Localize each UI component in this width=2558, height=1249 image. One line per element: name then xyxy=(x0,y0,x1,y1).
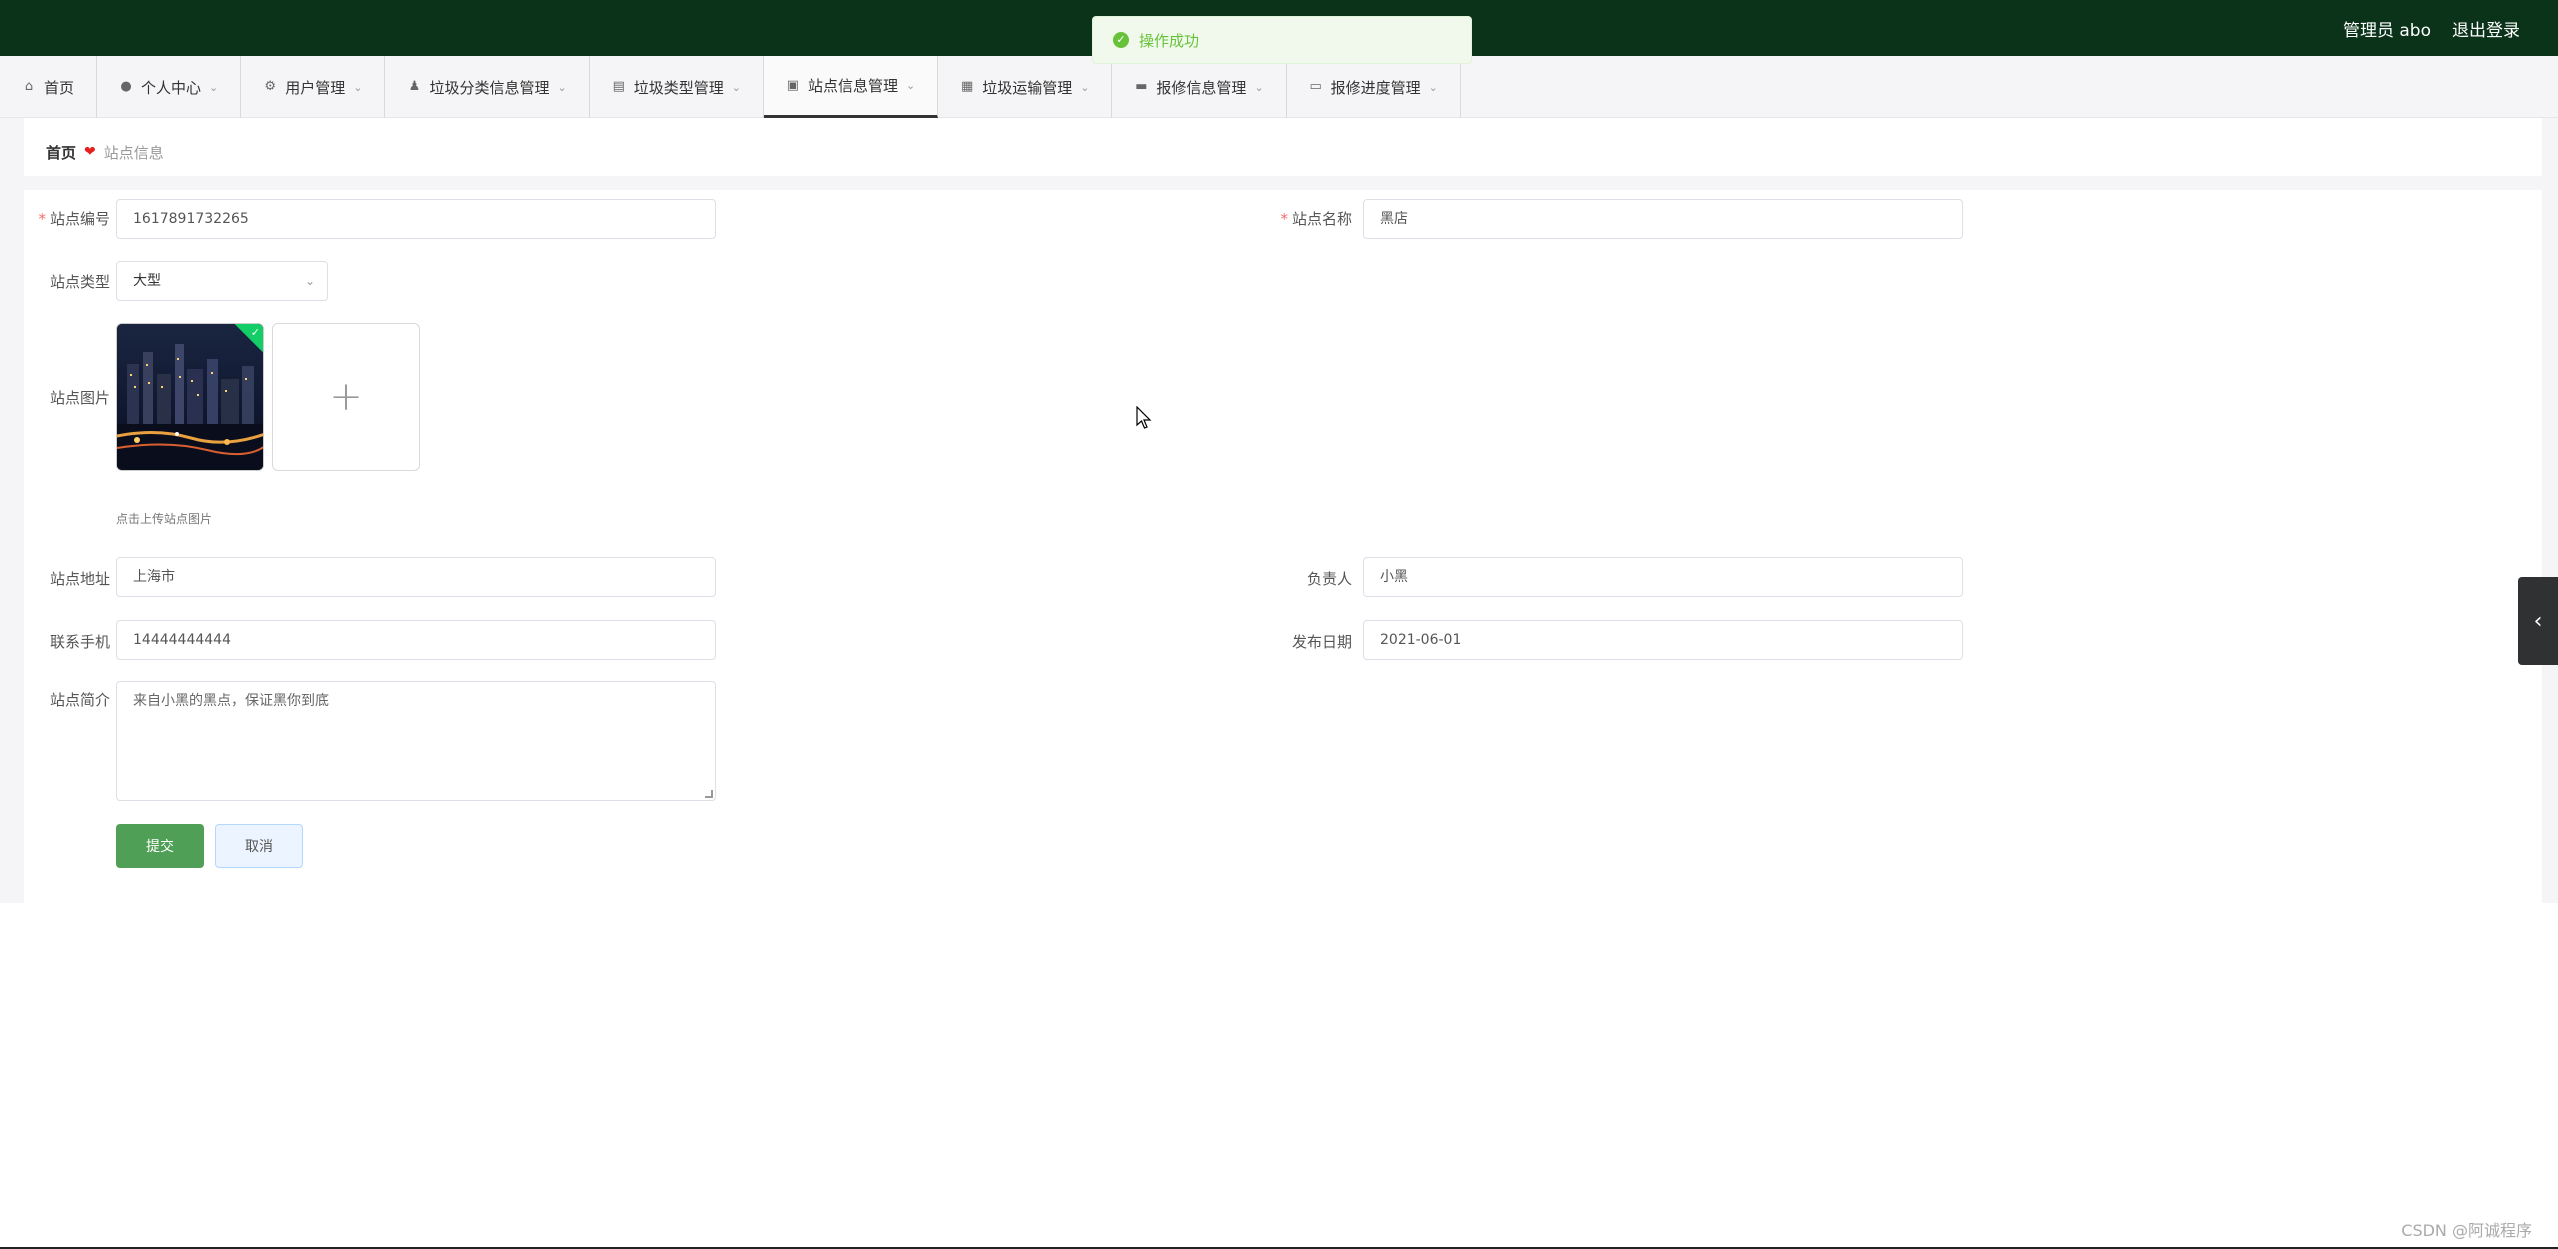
nav-item-site-info[interactable]: ▣ 站点信息管理 ⌄ xyxy=(763,56,939,118)
nav-item-garbage-type[interactable]: ▤ 垃圾类型管理 ⌄ xyxy=(590,56,764,118)
plus-icon: + xyxy=(329,374,363,420)
page-gutter-left xyxy=(0,118,24,903)
resize-handle-icon[interactable] xyxy=(705,790,713,798)
home-icon: ⌂ xyxy=(24,79,34,94)
nav-item-garbage-classification[interactable]: ♟ 垃圾分类信息管理 ⌄ xyxy=(385,56,590,118)
chevron-down-icon: ⌄ xyxy=(353,80,363,94)
address-label: 站点地址 xyxy=(49,570,110,588)
chart-icon: ▤ xyxy=(612,79,625,94)
clipboard-icon: ▣ xyxy=(786,77,800,93)
csdn-watermark: CSDN @阿诚程序 xyxy=(2401,1221,2532,1240)
card-icon: ▭ xyxy=(1309,79,1322,94)
breadcrumb-divider xyxy=(0,176,2558,190)
chevron-down-icon: ⌄ xyxy=(209,80,219,94)
person-icon: ♟ xyxy=(408,79,421,94)
cancel-label: 取消 xyxy=(245,838,273,854)
gear-icon: ⚙ xyxy=(264,79,277,94)
nav-label: 垃圾运输管理 xyxy=(982,78,1073,97)
nav-item-user-management[interactable]: ⚙ 用户管理 ⌄ xyxy=(241,56,386,118)
city-night-image xyxy=(117,324,263,470)
breadcrumb-current: 站点信息 xyxy=(103,143,164,162)
site-name-label: * 站点名称 xyxy=(1280,210,1352,228)
success-toast: ✓ 操作成功 xyxy=(1092,16,1472,64)
phone-label: 联系手机 xyxy=(49,633,110,651)
nav-label: 报修进度管理 xyxy=(1330,78,1421,97)
nav-label: 站点信息管理 xyxy=(807,77,898,95)
nav-label: 用户管理 xyxy=(285,78,346,97)
phone-input[interactable]: 14444444444 xyxy=(116,620,716,660)
site-image-label: 站点图片 xyxy=(49,389,110,407)
nav-label: 报修信息管理 xyxy=(1156,78,1247,97)
mouse-cursor-icon xyxy=(1136,406,1152,429)
site-type-select[interactable]: 大型 ⌄ xyxy=(116,261,328,301)
manager-input[interactable]: 小黑 xyxy=(1363,557,1963,597)
site-no-input[interactable]: 1617891732265 xyxy=(116,199,716,239)
submit-button[interactable]: 提交 xyxy=(116,824,204,868)
site-type-value: 大型 xyxy=(133,273,161,289)
nav-label: 垃圾分类信息管理 xyxy=(429,78,550,97)
logout-link[interactable]: 退出登录 xyxy=(2452,16,2520,41)
breadcrumb-home[interactable]: 首页 xyxy=(46,142,76,163)
toast-message: 操作成功 xyxy=(1139,31,1200,50)
nav-label: 个人中心 xyxy=(141,78,202,97)
breadcrumb: 首页 ❤ 站点信息 xyxy=(24,128,2542,176)
chevron-down-icon: ⌄ xyxy=(731,80,741,94)
cancel-button[interactable]: 取消 xyxy=(215,824,303,868)
upload-hint: 点击上传站点图片 xyxy=(116,512,213,526)
admin-username: 管理员 abo xyxy=(2342,21,2431,41)
site-type-label: 站点类型 xyxy=(49,273,110,291)
side-drawer-toggle[interactable]: ‹ xyxy=(2518,577,2558,665)
chevron-left-icon: ‹ xyxy=(2533,608,2543,634)
intro-text: 来自小黑的黑点，保证黑你到底 xyxy=(133,693,329,709)
nav-item-personal-center[interactable]: ● 个人中心 ⌄ xyxy=(97,56,242,118)
chevron-down-icon: ⌄ xyxy=(1080,80,1090,94)
nav-label: 首页 xyxy=(44,78,75,97)
main-nav: ⌂ 首页 ● 个人中心 ⌄ ⚙ 用户管理 ⌄ ♟ 垃圾分类信息管理 ⌄ ▤ 垃圾… xyxy=(0,56,2558,118)
intro-label: 站点简介 xyxy=(49,691,110,709)
nav-label: 垃圾类型管理 xyxy=(633,78,724,97)
heart-icon: ❤ xyxy=(84,144,96,160)
chevron-down-icon: ⌄ xyxy=(557,80,567,94)
monitor-icon: ▬ xyxy=(1135,79,1148,94)
chevron-down-icon: ⌄ xyxy=(905,79,916,92)
nav-item-repair-progress[interactable]: ▭ 报修进度管理 ⌄ xyxy=(1287,56,1461,118)
nav-item-garbage-transport[interactable]: ▦ 垃圾运输管理 ⌄ xyxy=(938,56,1113,118)
manager-label: 负责人 xyxy=(1306,570,1352,588)
site-name-input[interactable]: 黑店 xyxy=(1363,199,1963,239)
check-circle-icon: ✓ xyxy=(1113,32,1129,48)
image-upload-button[interactable]: + xyxy=(272,323,420,471)
required-mark: * xyxy=(38,210,46,228)
uploaded-site-image[interactable]: ✓ xyxy=(116,323,264,471)
address-input[interactable]: 上海市 xyxy=(116,557,716,597)
grid-icon: ▦ xyxy=(961,79,974,94)
chevron-down-icon: ⌄ xyxy=(304,274,315,288)
publish-date-label: 发布日期 xyxy=(1291,633,1352,651)
site-no-label: * 站点编号 xyxy=(38,210,110,228)
user-icon: ● xyxy=(120,79,132,94)
check-icon: ✓ xyxy=(250,326,260,339)
page-gutter-right xyxy=(2542,118,2558,903)
nav-item-repair-info[interactable]: ▬ 报修信息管理 ⌄ xyxy=(1112,56,1287,118)
intro-textarea[interactable]: 来自小黑的黑点，保证黑你到底 xyxy=(116,681,716,801)
chevron-down-icon: ⌄ xyxy=(1254,80,1264,94)
nav-item-home[interactable]: ⌂ 首页 xyxy=(0,56,98,118)
publish-date-input[interactable]: 2021-06-01 xyxy=(1363,620,1963,660)
required-mark: * xyxy=(1280,210,1288,228)
chevron-down-icon: ⌄ xyxy=(1428,80,1438,94)
